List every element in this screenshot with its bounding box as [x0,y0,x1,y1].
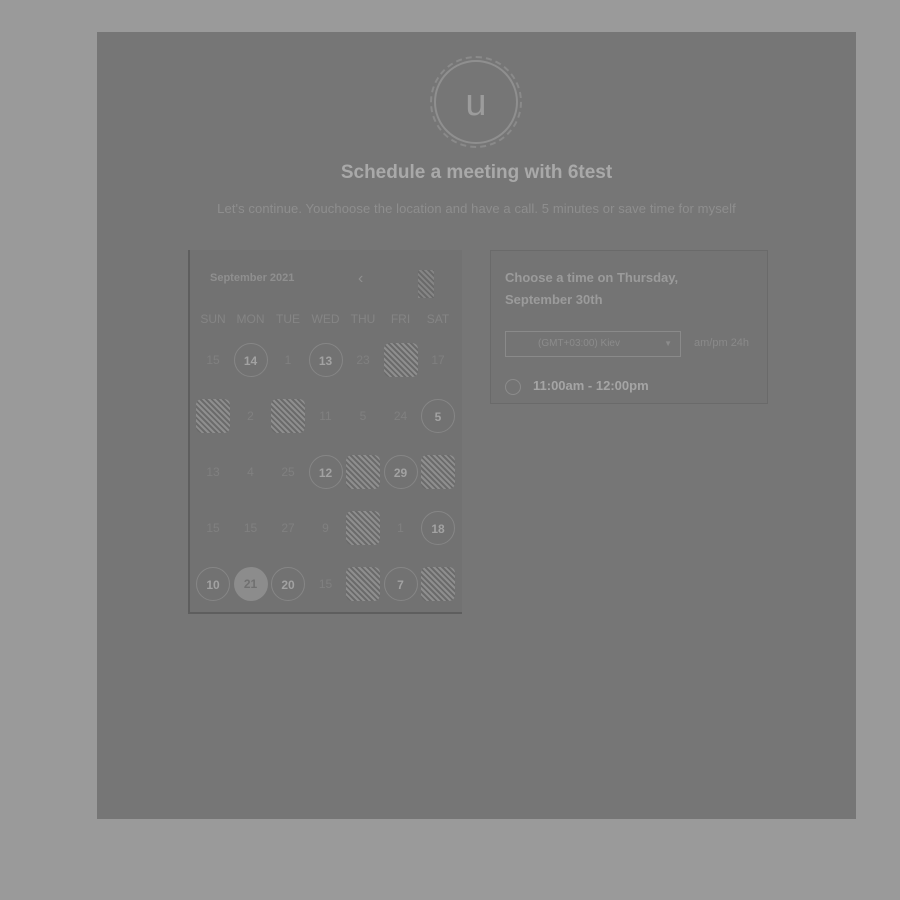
caret-down-icon: ▼ [664,339,672,348]
next-month-button[interactable] [418,270,434,298]
calendar-day-blank[interactable] [383,343,418,377]
calendar-day-blank[interactable] [346,511,380,545]
calendar-day[interactable]: 7 [383,567,418,601]
calendar-day: 1 [397,521,404,535]
weekday-label: SAT [426,312,450,326]
calendar-day[interactable]: 18 [421,511,455,545]
calendar-day-blank[interactable] [421,567,455,601]
time-panel: Choose a time on Thursday, September 30t… [490,250,768,404]
calendar-day: 9 [322,521,329,535]
page-title: Schedule a meeting with 6test [340,162,613,183]
calendar-day-blank[interactable] [196,399,230,433]
calendar-day: 25 [281,465,295,479]
calendar-day[interactable]: 12 [308,455,343,489]
calendar-day: 13 [206,465,220,479]
weekday-label: THU [350,312,376,326]
calendar-day: 24 [393,409,408,423]
calendar-day[interactable]: 14 [233,343,268,377]
radio-icon [505,378,521,395]
weekday-label: MON [236,312,265,326]
timezone-value: (GMT+03:00) Kiev [538,338,620,349]
weekday-label: TUE [276,312,300,326]
calendar-day[interactable]: 20 [271,567,305,601]
calendar-day[interactable]: 29 [383,455,418,489]
chevron-left-icon[interactable]: ‹ [358,270,363,288]
calendar-day: 15 [243,521,258,535]
timezone-select[interactable]: (GMT+03:00) Kiev ▼ [505,331,681,357]
weekday-label: FRI [390,312,411,326]
calendar-day[interactable]: 21 [233,567,268,601]
calendar-day-blank[interactable] [271,399,305,433]
page-subtitle: Let's continue. Youchoose the location a… [217,201,736,216]
time-panel-heading: Choose a time on Thursday, September 30t… [505,270,679,307]
calendar-month-label: September 2021 [210,272,295,284]
calendar-day: 17 [431,353,445,367]
time-slot-label: 11:00am - 12:00pm [533,378,649,393]
calendar-day[interactable]: 13 [308,343,343,377]
weekday-label: WED [311,312,340,326]
calendar-day: 11 [319,409,332,423]
time-slot[interactable]: 11:00am - 12:00pm [505,375,649,397]
calendar-day: 15 [206,521,220,535]
weekday-label: SUN [200,312,226,326]
format-24h-option[interactable]: 24h [731,337,749,349]
calendar-day: 15 [318,577,333,591]
calendar-day: 2 [247,409,254,423]
booking-panel: u Schedule a meeting with 6test Let's co… [97,32,856,819]
calendar-day[interactable]: 5 [421,399,455,433]
format-ampm-option[interactable]: am/pm [694,337,728,349]
calendar-day: 4 [247,465,254,479]
calendar-day-blank[interactable] [421,455,455,489]
calendar-day[interactable]: 10 [196,567,230,601]
calendar-day: 23 [356,353,370,367]
calendar-day: 15 [206,353,220,367]
calendar-day-blank[interactable] [346,455,380,489]
avatar: u [434,60,518,144]
calendar-day: 1 [284,353,292,367]
calendar-day: 5 [359,409,367,423]
calendar-day-blank[interactable] [346,567,380,601]
calendar: September 2021 ‹ SUN MON TUE WED THU FRI SAT 1… [188,250,462,614]
time-format-toggle: am/pm 24h [694,337,749,349]
calendar-day: 27 [281,521,295,535]
